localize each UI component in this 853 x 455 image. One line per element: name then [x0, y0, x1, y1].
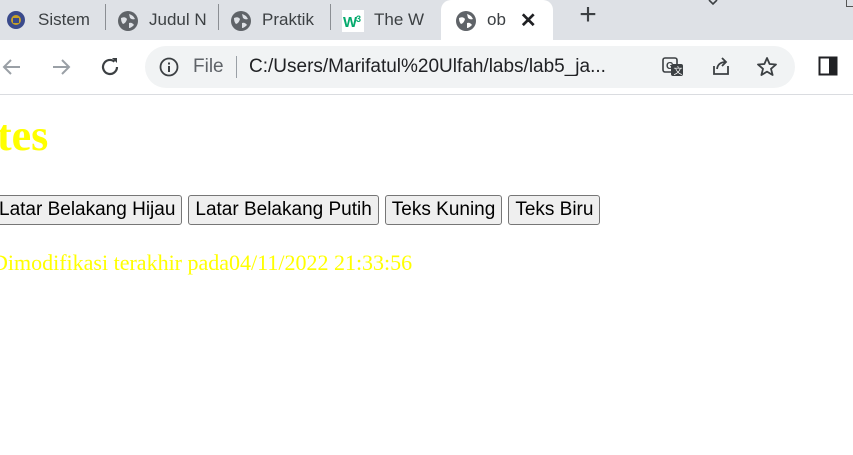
svg-text:3: 3 [356, 14, 361, 24]
address-bar[interactable]: File C:/Users/Marifatul%20Ulfah/labs/lab… [145, 46, 795, 88]
tab-label: ob [487, 10, 506, 29]
button-row: Latar Belakang Hijau Latar Belakang Puti… [0, 195, 601, 225]
tab-active[interactable]: ob ✕ [441, 0, 553, 40]
back-arrow-icon [2, 59, 20, 75]
green-background-button[interactable]: Latar Belakang Hijau [0, 195, 183, 225]
yellow-text-button[interactable]: Teks Kuning [384, 195, 503, 225]
bookmark-star-icon[interactable] [755, 55, 779, 79]
browser-toolbar: File C:/Users/Marifatul%20Ulfah/labs/lab… [0, 40, 853, 95]
tab-label: The W [374, 10, 425, 29]
forward-arrow-icon [53, 59, 71, 75]
page-heading: tes [0, 111, 49, 160]
tab-label: Praktik [262, 10, 314, 29]
w3schools-icon: W3 [342, 10, 364, 32]
tab-praktik[interactable]: Praktik [230, 0, 324, 40]
globe-icon [117, 10, 138, 31]
tab-sistem[interactable]: Sistem [0, 0, 100, 40]
address-divider [236, 56, 237, 78]
translate-icon[interactable]: G文 [661, 55, 685, 79]
reload-icon [101, 58, 119, 76]
forward-button[interactable] [47, 53, 75, 81]
close-tab-icon[interactable]: ✕ [520, 8, 537, 33]
tab-divider [330, 4, 331, 30]
info-icon[interactable] [159, 57, 179, 77]
tab-judul[interactable]: Judul N [117, 0, 215, 40]
new-tab-button[interactable]: + [575, 0, 601, 30]
white-background-button[interactable]: Latar Belakang Putih [188, 195, 379, 225]
svg-text:文: 文 [674, 65, 683, 76]
reload-button[interactable] [96, 53, 124, 81]
url-text[interactable]: C:/Users/Marifatul%20Ulfah/labs/lab5_ja.… [249, 56, 606, 78]
side-panel-icon[interactable] [818, 56, 838, 76]
window-control-icon[interactable] [846, 0, 853, 7]
chevron-down-icon[interactable] [708, 0, 718, 6]
blue-text-button[interactable]: Teks Biru [508, 195, 601, 225]
tab-label: Judul N [149, 10, 207, 29]
tab-strip: Sistem Judul N Praktik W3 The W ob ✕ + [0, 0, 853, 40]
tab-divider [218, 4, 219, 30]
site-logo-icon [6, 10, 26, 30]
tab-label: Sistem [38, 10, 90, 29]
tab-w3schools[interactable]: W3 The W [342, 0, 436, 40]
tab-divider [105, 4, 106, 30]
globe-icon [230, 10, 251, 31]
last-modified-text: Dimodifikasi terakhir pada04/11/2022 21:… [0, 250, 413, 275]
share-icon[interactable] [709, 55, 733, 79]
back-button[interactable] [0, 53, 26, 81]
scheme-label: File [193, 56, 224, 77]
globe-icon [455, 10, 476, 31]
